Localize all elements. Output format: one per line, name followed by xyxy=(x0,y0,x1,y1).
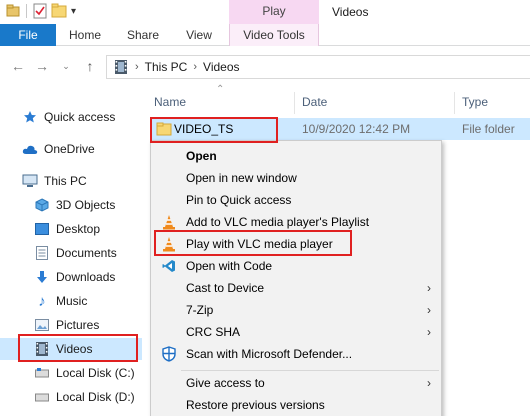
computer-icon xyxy=(22,173,38,189)
context-menu: Open Open in new window Pin to Quick acc… xyxy=(150,140,442,416)
drive-icon xyxy=(34,389,50,405)
sidebar-item-desktop[interactable]: Desktop xyxy=(0,218,142,240)
menu-item-7zip[interactable]: 7-Zip › xyxy=(151,299,441,321)
submenu-arrow-icon: › xyxy=(427,281,431,295)
ribbon-tabs: File Home Share View Video Tools xyxy=(0,24,530,46)
breadcrumb-this-pc[interactable]: This PC xyxy=(145,60,188,74)
sidebar-item-documents[interactable]: Documents xyxy=(0,242,142,264)
desktop-icon xyxy=(34,221,50,237)
vscode-icon xyxy=(161,258,177,274)
sidebar-item-downloads[interactable]: Downloads xyxy=(0,266,142,288)
properties-icon[interactable] xyxy=(33,3,47,19)
address-row: ← → ⌄ ↑ › This PC › Videos xyxy=(0,46,530,88)
defender-shield-icon xyxy=(161,346,177,362)
breadcrumb-separator-icon[interactable]: › xyxy=(193,61,197,73)
sidebar-item-music[interactable]: ♪ Music xyxy=(0,290,142,312)
menu-item-play-with-vlc[interactable]: Play with VLC media player xyxy=(151,233,441,255)
customize-toolbar-icon[interactable]: ▾ xyxy=(71,6,76,17)
drive-icon xyxy=(34,365,50,381)
music-note-icon: ♪ xyxy=(38,292,46,310)
menu-item-open-with-code[interactable]: Open with Code xyxy=(151,255,441,277)
menu-item-scan-with-defender[interactable]: Scan with Microsoft Defender... xyxy=(151,343,441,365)
menu-item-open-in-new-window[interactable]: Open in new window xyxy=(151,167,441,189)
star-icon xyxy=(22,109,38,125)
file-date-cell: 10/9/2020 12:42 PM xyxy=(302,122,411,136)
menu-item-give-access-to[interactable]: Give access to › xyxy=(151,372,441,394)
breadcrumb-videos[interactable]: Videos xyxy=(203,60,239,74)
recent-locations-chevron-icon[interactable]: ⌄ xyxy=(58,58,74,74)
menu-item-add-to-vlc-playlist[interactable]: Add to VLC media player's Playlist xyxy=(151,211,441,233)
menu-divider xyxy=(181,370,439,371)
menu-item-restore-previous-versions[interactable]: Restore previous versions xyxy=(151,394,441,416)
videos-location-icon xyxy=(113,59,129,75)
submenu-arrow-icon: › xyxy=(427,325,431,339)
sidebar-item-3d-objects[interactable]: 3D Objects xyxy=(0,194,142,216)
column-divider[interactable] xyxy=(454,92,455,114)
column-header-name[interactable]: Name xyxy=(154,88,186,116)
videos-icon xyxy=(34,341,50,357)
sidebar-item-onedrive[interactable]: OneDrive xyxy=(0,138,142,160)
forward-arrow-icon[interactable]: → xyxy=(34,58,50,74)
tab-view[interactable]: View xyxy=(174,24,224,46)
quick-access-toolbar: ▾ xyxy=(6,3,76,19)
qat-divider xyxy=(26,4,27,18)
file-name-cell[interactable]: VIDEO_TS xyxy=(174,118,233,140)
file-type-cell: File folder xyxy=(462,122,515,136)
sidebar-item-this-pc[interactable]: This PC xyxy=(0,170,142,192)
menu-item-crc-sha[interactable]: CRC SHA › xyxy=(151,321,441,343)
play-context-tab-header: Play xyxy=(229,0,319,24)
sidebar-item-videos[interactable]: Videos xyxy=(0,338,142,360)
sidebar-item-local-disk-c[interactable]: Local Disk (C:) xyxy=(0,362,142,384)
up-arrow-icon[interactable]: ↑ xyxy=(82,58,98,74)
title-bar: ▾ Play Videos xyxy=(0,0,530,24)
vlc-cone-icon xyxy=(161,236,177,252)
sort-up-chevron-icon: ⌃ xyxy=(216,84,225,95)
sidebar-item-local-disk-d[interactable]: Local Disk (D:) xyxy=(0,386,142,408)
window-title: Videos xyxy=(332,5,369,19)
download-arrow-icon xyxy=(34,269,50,285)
cube-3d-icon xyxy=(34,197,50,213)
documents-icon xyxy=(34,245,50,261)
breadcrumb-separator-icon[interactable]: › xyxy=(135,61,139,73)
window-menu-icon[interactable] xyxy=(6,4,20,18)
menu-item-cast-to-device[interactable]: Cast to Device › xyxy=(151,277,441,299)
column-header-type[interactable]: Type xyxy=(462,88,488,116)
sidebar-item-pictures[interactable]: Pictures xyxy=(0,314,142,336)
back-arrow-icon[interactable]: ← xyxy=(10,58,26,74)
folder-icon xyxy=(156,121,172,137)
submenu-arrow-icon: › xyxy=(427,303,431,317)
sidebar-item-quick-access[interactable]: Quick access xyxy=(0,106,142,128)
vlc-cone-icon xyxy=(161,214,177,230)
cloud-icon xyxy=(22,141,38,157)
menu-item-pin-to-quick-access[interactable]: Pin to Quick access xyxy=(151,189,441,211)
navigation-pane: Quick access OneDrive This PC 3D Objects… xyxy=(0,88,142,416)
tab-share[interactable]: Share xyxy=(116,24,170,46)
tab-video-tools[interactable]: Video Tools xyxy=(229,24,319,46)
column-divider[interactable] xyxy=(294,92,295,114)
new-folder-icon[interactable] xyxy=(51,3,67,19)
column-header-date[interactable]: Date xyxy=(302,88,327,116)
menu-item-open[interactable]: Open xyxy=(151,145,441,167)
tab-home[interactable]: Home xyxy=(60,24,110,46)
submenu-arrow-icon: › xyxy=(427,376,431,390)
address-bar[interactable]: › This PC › Videos xyxy=(106,55,530,79)
pictures-icon xyxy=(34,317,50,333)
tab-file[interactable]: File xyxy=(0,24,56,46)
